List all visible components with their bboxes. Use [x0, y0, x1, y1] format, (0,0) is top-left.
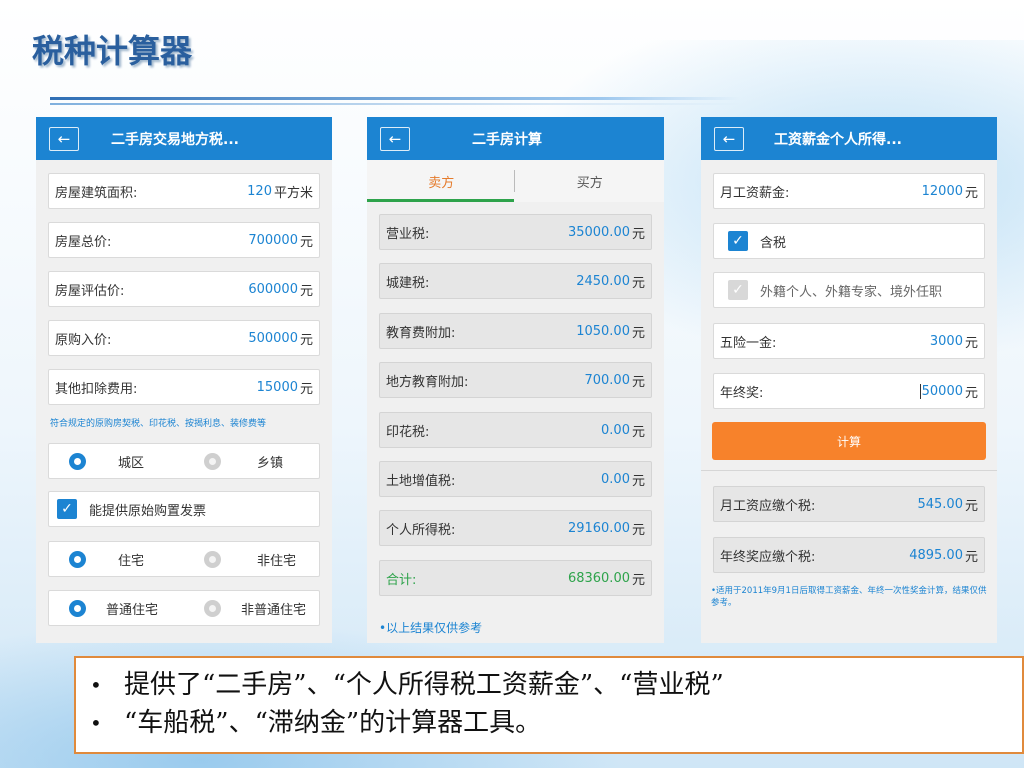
field-year-end-bonus[interactable]: 年终奖: 50000 元 [713, 373, 985, 409]
result-urban-construction-tax: 城建税: 2450.00 元 [379, 263, 652, 299]
radio-non-ordinary-residence[interactable]: 非普通住宅 [184, 599, 319, 618]
result-personal-income-tax: 个人所得税: 29160.00 元 [379, 510, 652, 546]
foreign-checkbox-row[interactable]: ✓ 外籍个人、外籍专家、境外任职 [713, 272, 985, 308]
invoice-checkbox-row[interactable]: ✓ 能提供原始购置发票 [48, 491, 320, 527]
result-business-tax: 营业税: 35000.00 元 [379, 214, 652, 250]
phone-screen-house-tax: ← 二手房交易地方税... 房屋建筑面积: 120 平方米 房屋总价: 7000… [36, 117, 332, 643]
tab-seller[interactable]: 卖方 [367, 160, 516, 202]
tax-included-checkbox-row[interactable]: ✓ 含税 [713, 223, 985, 259]
bullet-dot-icon: • [90, 673, 102, 697]
checkmark-icon: ✓ [57, 499, 77, 519]
result-bonus-tax: 年终奖应缴个税: 4895.00 元 [713, 537, 985, 573]
result-total: 合计: 68360.00 元 [379, 560, 652, 596]
reference-note: •以上结果仅供参考 [379, 621, 483, 635]
app-bar-title: 工资薪金个人所得... [774, 131, 902, 148]
result-stamp-duty: 印花税: 0.00 元 [379, 412, 652, 448]
field-appraisal-price[interactable]: 房屋评估价: 600000 元 [48, 271, 320, 307]
divider [701, 470, 997, 471]
checkmark-icon: ✓ [728, 231, 748, 251]
text-cursor [919, 383, 921, 399]
field-social-insurance[interactable]: 五险一金: 3000 元 [713, 323, 985, 359]
field-other-deductions[interactable]: 其他扣除费用: 15000 元 [48, 369, 320, 405]
radio-unselected-icon [204, 599, 221, 617]
field-building-area[interactable]: 房屋建筑面积: 120 平方米 [48, 173, 320, 209]
bullet-item: • 提供了“二手房”、“个人所得税工资薪金”、“营业税” [90, 666, 1022, 704]
field-total-price[interactable]: 房屋总价: 700000 元 [48, 222, 320, 258]
bullet-item: • “车船税”、“滞纳金”的计算器工具。 [90, 704, 1022, 742]
deduction-note: 符合规定的原购房契税、印花税、按揭利息、装修费等 [50, 419, 267, 429]
back-arrow-icon[interactable]: ← [380, 126, 410, 151]
field-monthly-salary[interactable]: 月工资薪金: 12000 元 [713, 173, 985, 209]
back-arrow-icon[interactable]: ← [49, 126, 79, 151]
title-underline [50, 97, 740, 106]
radio-unselected-icon [204, 452, 221, 470]
summary-box: • 提供了“二手房”、“个人所得税工资薪金”、“营业税” • “车船税”、“滞纳金”… [74, 656, 1024, 754]
radio-residential[interactable]: 住宅 [49, 550, 184, 569]
radio-rural[interactable]: 乡镇 [184, 452, 319, 471]
app-bar-title: 二手房计算 [472, 131, 542, 148]
phone-screen-second-hand-calc: ← 二手房计算 卖方 买方 营业税: 35000.00 元 城建税: 2450.… [367, 117, 664, 643]
radio-ordinary-residence[interactable]: 普通住宅 [49, 599, 184, 618]
radio-selected-icon [69, 550, 86, 568]
calculate-button[interactable]: 计算 [712, 422, 986, 460]
tab-bar: 卖方 买方 [367, 160, 664, 202]
result-education-surcharge: 教育费附加: 1050.00 元 [379, 313, 652, 349]
tab-divider [514, 170, 515, 192]
property-type-radio-group: 住宅 非住宅 [48, 541, 320, 577]
applicability-note: •适用于2011年9月1日后取得工资薪金、年终一次性奖金计算，结果仅供参考。 [711, 586, 987, 608]
radio-selected-icon [69, 599, 86, 617]
location-radio-group: 城区 乡镇 [48, 443, 320, 479]
phone-screen-salary-tax: ← 工资薪金个人所得... 月工资薪金: 12000 元 ✓ 含税 ✓ 外籍个人… [701, 117, 997, 643]
radio-non-residential[interactable]: 非住宅 [184, 550, 319, 569]
app-bar-title: 二手房交易地方税... [111, 131, 239, 148]
back-arrow-icon[interactable]: ← [714, 126, 744, 151]
bullet-dot-icon: • [90, 711, 102, 735]
result-monthly-tax: 月工资应缴个税: 545.00 元 [713, 486, 985, 522]
field-original-price[interactable]: 原购入价: 500000 元 [48, 320, 320, 356]
radio-unselected-icon [204, 550, 221, 568]
radio-selected-icon [69, 452, 86, 470]
slide-title: 税种计算器 [32, 32, 193, 70]
checkmark-icon: ✓ [728, 280, 748, 300]
radio-urban[interactable]: 城区 [49, 452, 184, 471]
app-bar: ← 工资薪金个人所得... [701, 117, 997, 160]
grade-radio-group: 普通住宅 非普通住宅 [48, 590, 320, 626]
tab-buyer[interactable]: 买方 [516, 160, 665, 202]
app-bar: ← 二手房交易地方税... [36, 117, 332, 160]
app-bar: ← 二手房计算 [367, 117, 664, 160]
result-land-appreciation-tax: 土地增值税: 0.00 元 [379, 461, 652, 497]
result-local-education-surcharge: 地方教育附加: 700.00 元 [379, 362, 652, 398]
